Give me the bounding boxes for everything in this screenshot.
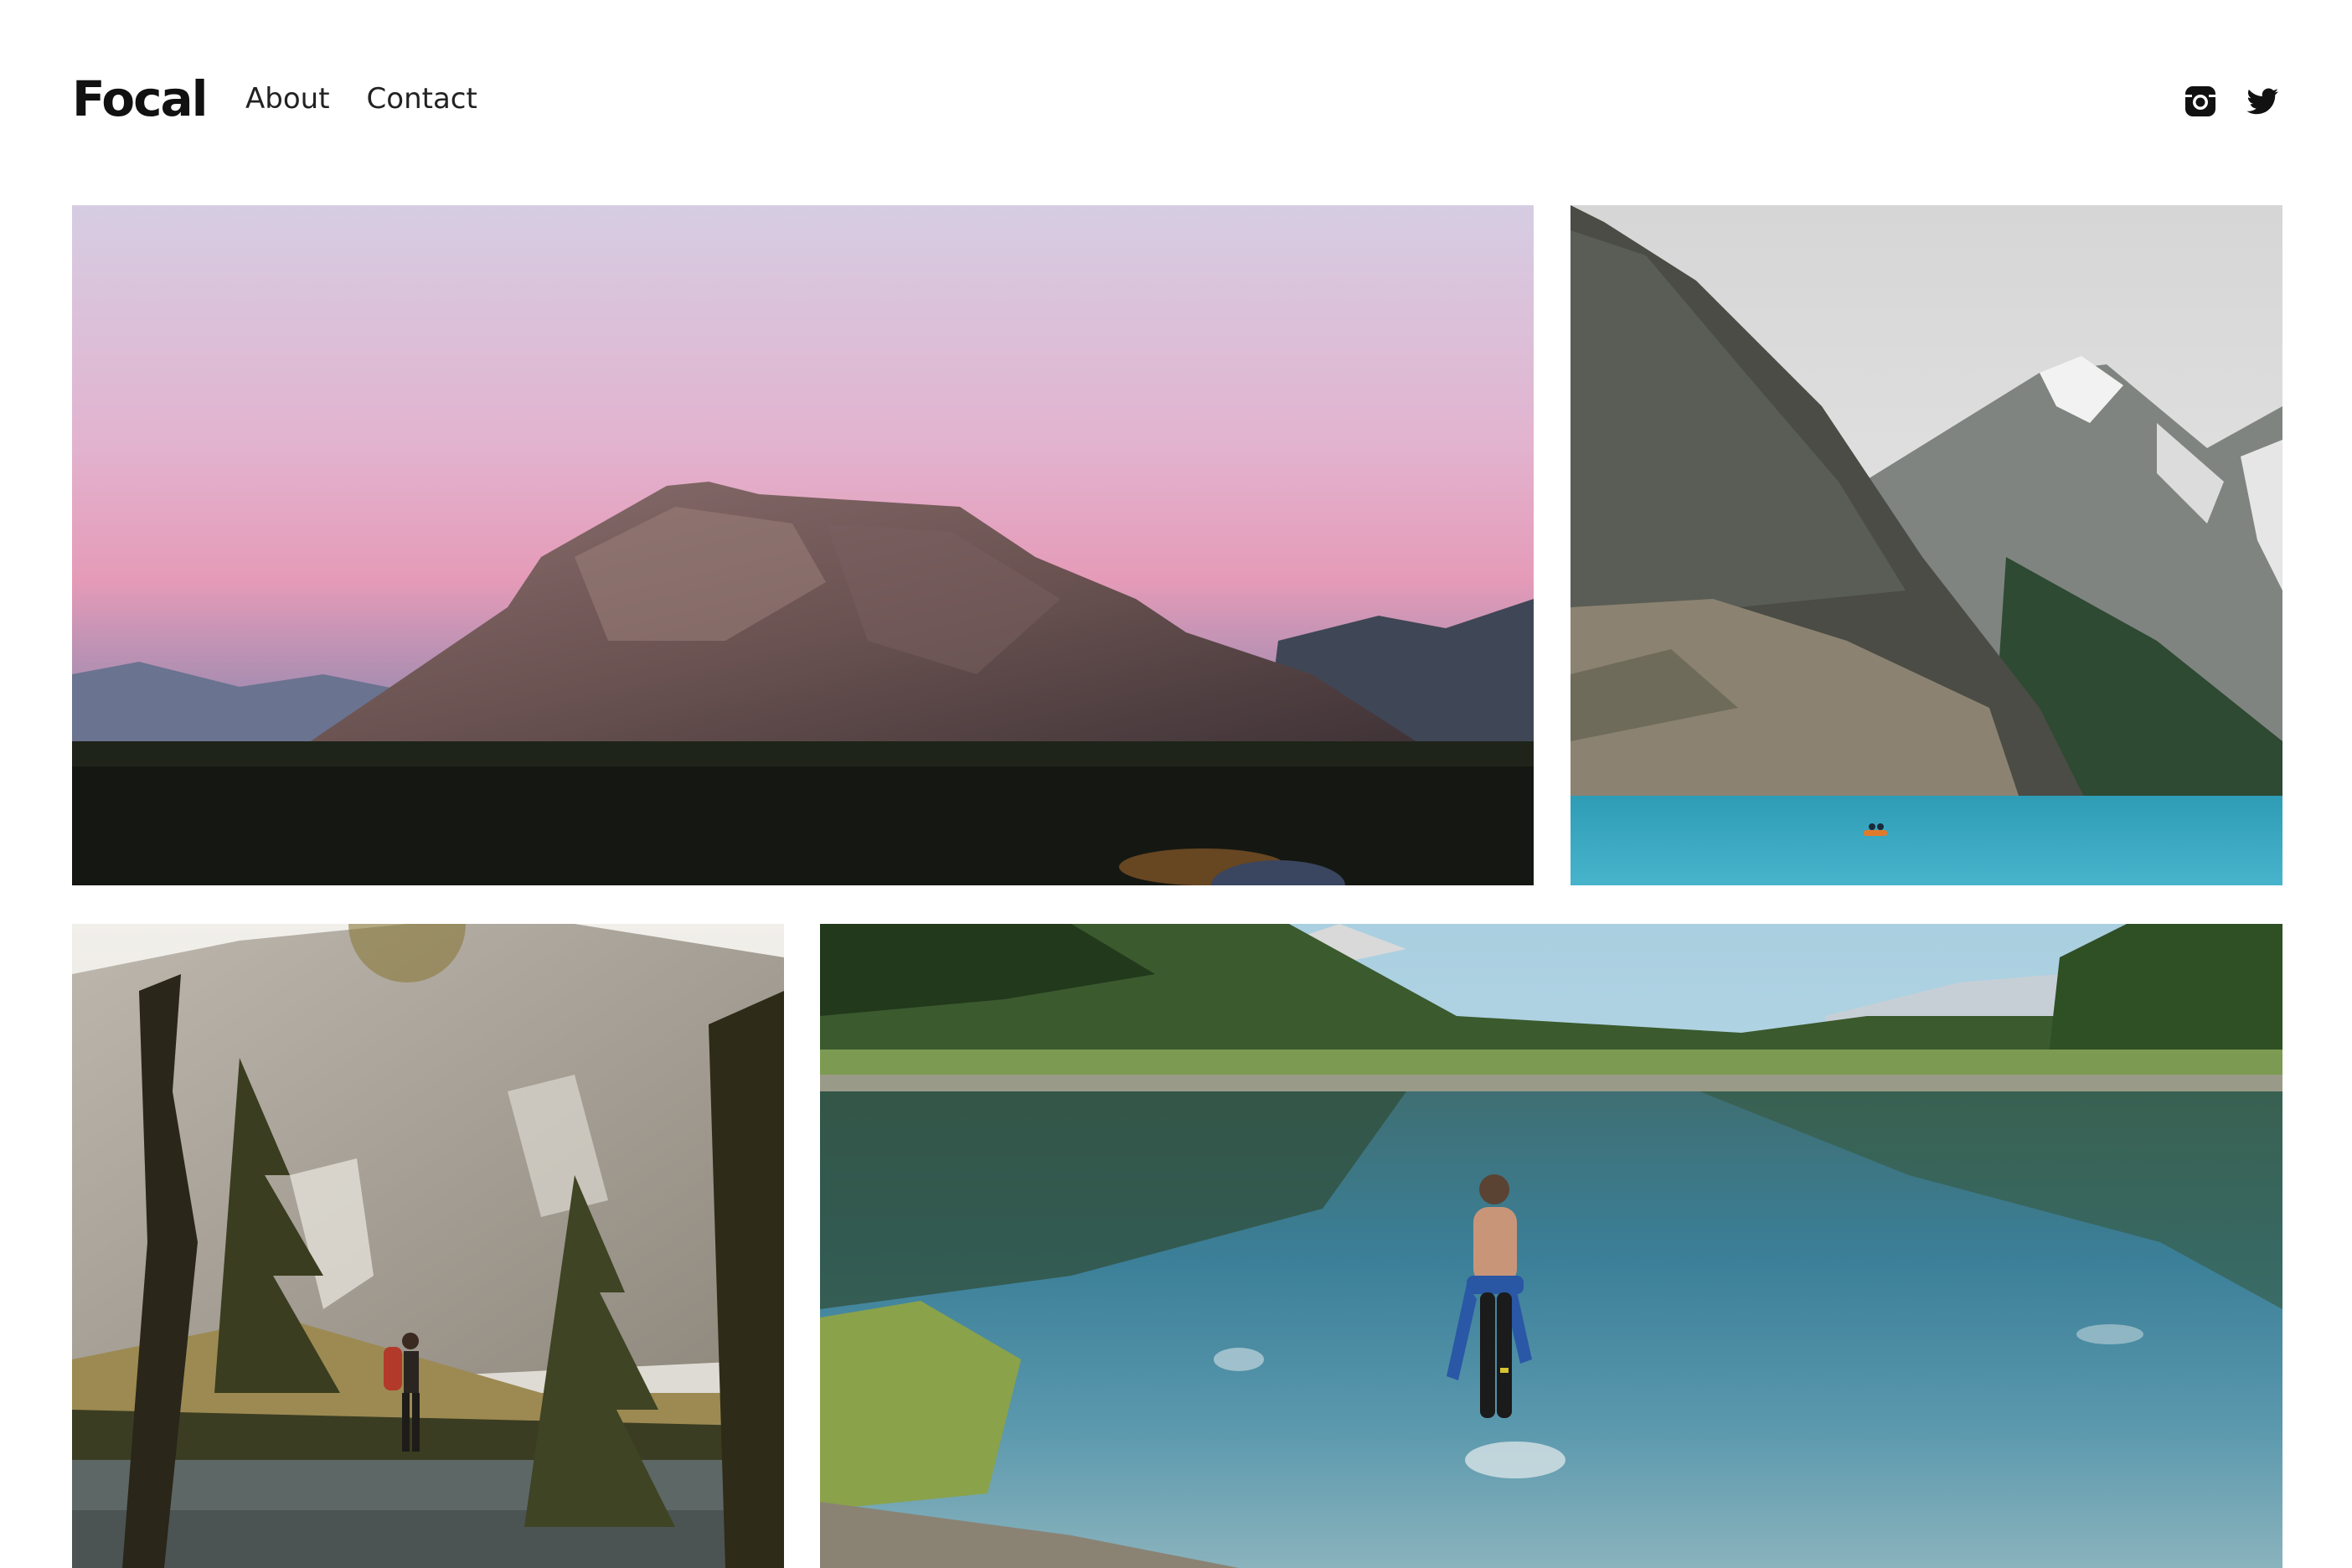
swimmer-in-lake-photo[interactable] <box>820 924 2282 1568</box>
mountain-sunset-photo[interactable] <box>72 205 1534 885</box>
instagram-icon[interactable] <box>2183 84 2218 119</box>
nav-link-contact[interactable]: Contact <box>367 79 477 119</box>
social-links <box>2183 84 2280 119</box>
site-logo[interactable]: Focal <box>72 64 209 134</box>
site-header: Focal About Contact <box>0 0 2352 201</box>
glacier-lake-canoe-photo[interactable] <box>1571 205 2282 885</box>
hiker-by-lake-photo[interactable] <box>72 924 784 1568</box>
main-nav: About Contact <box>245 79 477 119</box>
twitter-icon[interactable] <box>2245 84 2280 119</box>
nav-link-about[interactable]: About <box>245 79 330 119</box>
